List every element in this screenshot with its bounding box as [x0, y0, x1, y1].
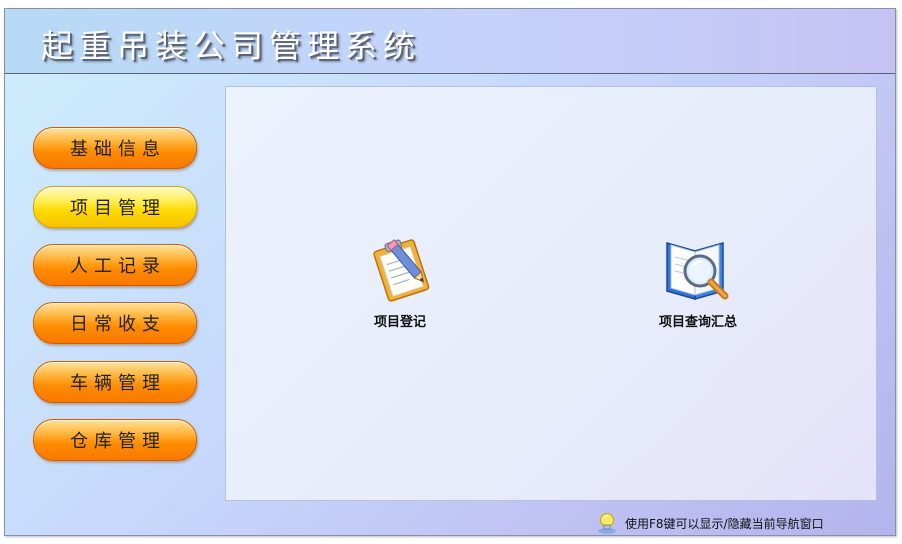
- lightbulb-icon: [598, 513, 616, 534]
- status-hint-text: 使用F8键可以显示/隐藏当前导航窗口: [625, 516, 824, 531]
- app-title: 起重吊装公司管理系统: [41, 27, 422, 65]
- sidebar-item-basic-info[interactable]: 基础信息: [33, 127, 197, 169]
- sidebar-item-label: 仓库管理: [70, 431, 166, 452]
- sidebar-item-label: 日常收支: [70, 314, 166, 335]
- app-window: 起重吊装公司管理系统 基础信息 项目管理 人工记录 日常收支 车辆管理 仓库管理: [4, 8, 896, 536]
- sidebar-item-vehicle-management[interactable]: 车辆管理: [33, 361, 197, 403]
- sidebar-item-label: 人工记录: [70, 256, 166, 277]
- sidebar-item-label: 项目管理: [70, 198, 166, 219]
- module-label: 项目登记: [373, 315, 426, 330]
- module-project-query-summary[interactable]: 项目查询汇总: [638, 233, 758, 330]
- book-magnifier-icon: [666, 242, 729, 300]
- sidebar-item-warehouse-management[interactable]: 仓库管理: [33, 419, 197, 461]
- module-label: 项目查询汇总: [658, 315, 737, 330]
- sidebar-item-project-management[interactable]: 项目管理: [33, 186, 197, 228]
- sidebar-item-label: 基础信息: [70, 139, 166, 160]
- sidebar-item-label: 车辆管理: [70, 373, 166, 394]
- module-project-register[interactable]: 项目登记: [340, 233, 460, 330]
- clipboard-pencil-icon: [373, 239, 430, 302]
- status-hint: 使用F8键可以显示/隐藏当前导航窗口: [595, 511, 824, 535]
- content-panel: 项目登记 项目查询汇总: [225, 86, 877, 501]
- sidebar-item-daily-finance[interactable]: 日常收支: [33, 302, 197, 344]
- title-bar: 起重吊装公司管理系统: [5, 9, 895, 74]
- sidebar-item-labor-records[interactable]: 人工记录: [33, 244, 197, 286]
